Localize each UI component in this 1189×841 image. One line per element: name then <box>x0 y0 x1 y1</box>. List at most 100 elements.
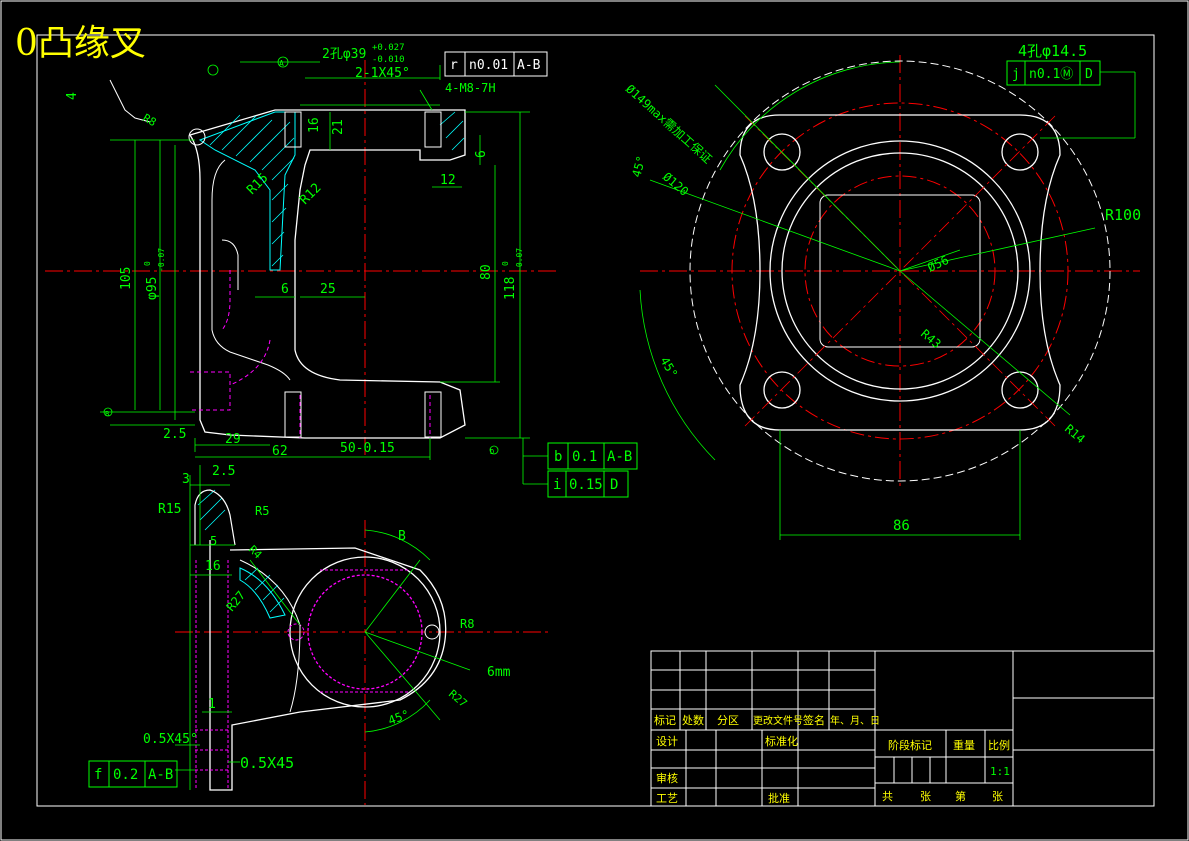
fcf-side: j n0.1Ⓜ D <box>1006 60 1101 86</box>
sec-dim-r5: R5 <box>255 504 269 518</box>
dim-21: 21 <box>331 119 346 135</box>
dim-angle-top: 45° <box>629 154 648 179</box>
tb-label-3: 更改文件号 <box>753 714 803 727</box>
dim-holes-tol-upper: +0.027 <box>372 43 405 53</box>
tb-approve: 批准 <box>768 791 790 805</box>
tb-total: 共 <box>882 790 893 803</box>
dim-118: 118 <box>503 277 518 300</box>
tapped-hole-left <box>284 111 302 148</box>
section-web <box>239 559 301 713</box>
tapped-hole-right <box>424 111 442 148</box>
fcf-i: i 0.15 D <box>547 470 629 498</box>
tb-scale-value: 1:1 <box>990 765 1010 778</box>
dim-6-left: 6 <box>281 282 289 297</box>
title-block-text: 标记 处数 分区 更改文件号 签名 年、月、日 设计 标准化 审核 工艺 批准 … <box>654 713 1010 805</box>
tb-sheets: 张 <box>920 790 931 803</box>
dim-4: 4 <box>65 92 80 100</box>
hatch-web <box>239 567 286 619</box>
fcf-section-symbol: f <box>94 767 102 783</box>
dim-50: 50-0.15 <box>340 441 395 456</box>
sec-dim-45: 45° <box>386 707 411 728</box>
section-arm <box>209 540 447 791</box>
dim-25: 25 <box>320 282 336 297</box>
fcf-section-datum: A-B <box>148 767 173 783</box>
part-outline <box>188 109 466 439</box>
section-dim-lines <box>175 465 471 790</box>
outer-frame <box>0 0 1189 841</box>
sec-dim-r4: R4 <box>246 543 265 562</box>
tb-page: 第 <box>955 789 966 803</box>
inner-slot <box>221 239 239 290</box>
dim-r100: R100 <box>1105 206 1141 224</box>
dim-rs8: R8 <box>141 111 159 129</box>
tb-design: 设计 <box>656 735 678 748</box>
sec-dim-2-5: 2.5 <box>212 464 235 479</box>
bolt-hole-tr <box>1001 133 1039 171</box>
sec-dim-r8: R8 <box>460 617 474 631</box>
dim-12: 12 <box>440 173 456 188</box>
inner-frame <box>36 34 1155 807</box>
fcf-top: r n0.01 A-B <box>444 51 548 77</box>
side-dimension-lines <box>639 61 1136 540</box>
sec-dim-6mm: 6mm <box>487 665 511 680</box>
fcf-side-tol: n0.1Ⓜ <box>1029 67 1073 82</box>
datum-label-d: D <box>490 448 494 456</box>
dim-phi95-tol-upper: 0 <box>143 261 152 266</box>
fcf-i-tol: 0.15 <box>569 477 603 493</box>
tb-sheet2: 张 <box>992 790 1003 803</box>
dim-80: 80 <box>479 264 494 280</box>
tb-review: 审核 <box>656 771 678 785</box>
side-view: 4孔φ14.5 Ø149max需加工保证 Ø120 45° 45° Ø56 R1… <box>623 42 1141 540</box>
sec-dim-r15: R15 <box>158 502 181 517</box>
tb-label-2: 分区 <box>717 714 739 727</box>
front-view: 2孔φ39 +0.027 -0.010 2-1X45° 4-M8-7H 16 2… <box>45 43 638 498</box>
sec-dim-r27-left: R27 <box>224 588 249 614</box>
tb-label-4: 签名 <box>803 713 825 727</box>
section-view: 3 2.5 R15 R5 5 R4 16 R27 B R8 6mm R27 45… <box>88 464 550 805</box>
sec-dim-chamfer-right: 0.5X45 <box>240 754 294 772</box>
dim-105: 105 <box>119 267 134 290</box>
dim-118-tol-lower: -0.07 <box>515 248 524 272</box>
datum-label-a: A <box>279 59 284 68</box>
tb-label-1: 处数 <box>682 714 704 727</box>
dim-16: 16 <box>307 117 322 133</box>
sec-dim-chamfer-left: 0.5X45° <box>143 732 198 747</box>
sec-dim-3: 3 <box>182 472 190 487</box>
dim-2-5: 2.5 <box>163 427 186 442</box>
dim-phi95: φ95 <box>145 277 160 300</box>
fcf-side-symbol: j <box>1012 67 1020 82</box>
dim-r15: R15 <box>244 171 271 198</box>
fcf-top-symbol: r <box>450 58 458 73</box>
dim-phi149: Ø149max需加工保证 <box>623 82 715 166</box>
fcf-top-datum: A-B <box>517 58 541 73</box>
section-hidden <box>195 560 410 790</box>
fcf-b-datum: A-B <box>607 449 632 465</box>
bolt-hole-br <box>1001 371 1039 409</box>
dim-chamfer: 2-1X45° <box>355 66 410 81</box>
dim-angle-bot: 45° <box>657 355 680 381</box>
datum-label-b: B <box>105 410 109 418</box>
dim-holes-14-5: 4孔φ14.5 <box>1018 42 1087 60</box>
tb-scale: 比例 <box>988 738 1010 752</box>
fcf-section: f 0.2 A-B <box>88 760 178 788</box>
fcf-top-tol: n0.01 <box>469 58 508 73</box>
dim-r14: R14 <box>1062 422 1088 447</box>
bottom-hole-left <box>284 391 302 438</box>
dim-holes-tol-lower: -0.010 <box>372 55 405 65</box>
fcf-b: b 0.1 A-B <box>547 442 638 470</box>
fcf-b-symbol: b <box>554 449 562 465</box>
dim-phi120: Ø120 <box>660 170 691 199</box>
tb-stage: 阶段标记 <box>888 738 932 752</box>
hidden-lines <box>190 270 431 438</box>
fcf-side-datum: D <box>1085 67 1093 82</box>
title-block <box>650 650 1155 807</box>
tb-process: 工艺 <box>656 792 678 805</box>
dim-118-tol-upper: 0 <box>501 261 510 266</box>
dim-r43: R43 <box>918 327 944 352</box>
dim-62: 62 <box>272 444 288 459</box>
dim-phi95-tol-lower: -0.07 <box>157 248 166 272</box>
dim-thread: 4-M8-7H <box>445 81 496 95</box>
dim-29: 29 <box>225 432 241 447</box>
sec-dim-r27-right: R27 <box>446 687 470 710</box>
engineering-drawing: 0凸缘叉 2孔φ39 +0.027 -0.010 2-1X45° 4-M8-7H… <box>0 0 1189 841</box>
